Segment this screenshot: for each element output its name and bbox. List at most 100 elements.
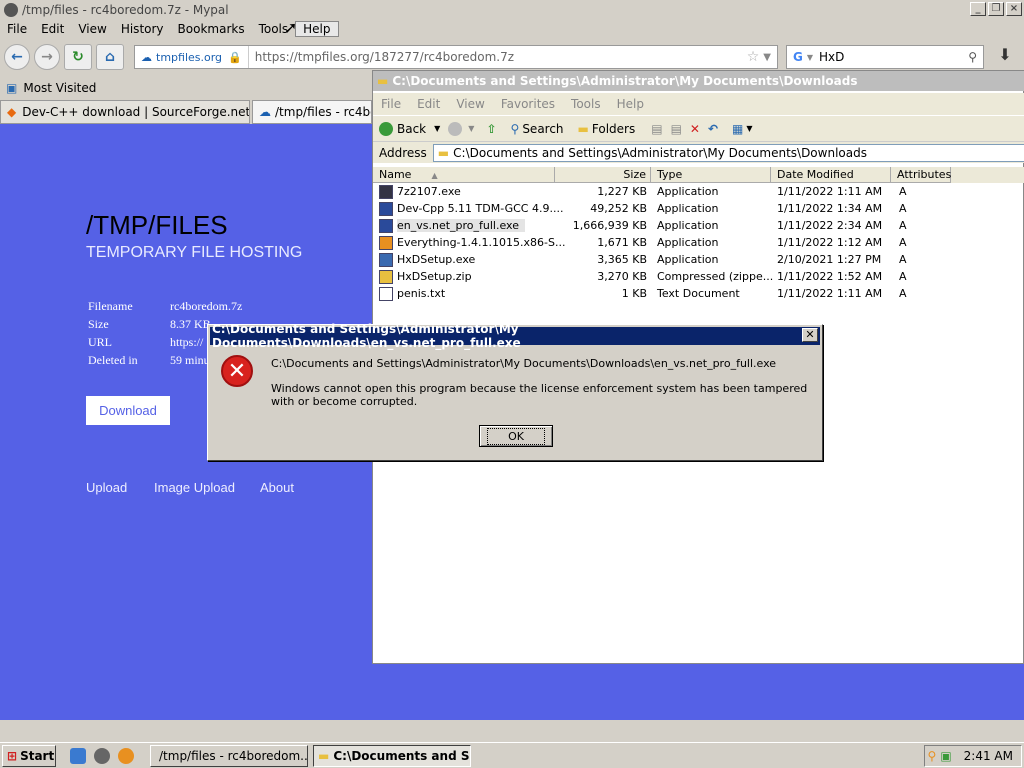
- file-row[interactable]: HxDSetup.exe 3,365 KB Application 2/10/2021…: [377, 252, 1017, 269]
- ex-menu-tools[interactable]: Tools: [563, 97, 609, 111]
- menu-file[interactable]: File: [0, 22, 34, 36]
- dialog-close-button[interactable]: ✕: [802, 328, 818, 342]
- home-button[interactable]: ⌂: [96, 44, 124, 70]
- downloads-icon[interactable]: ⬇: [992, 45, 1018, 69]
- address-label: Address: [379, 145, 427, 160]
- close-button[interactable]: ×: [1006, 2, 1022, 16]
- download-button[interactable]: Download: [86, 396, 170, 425]
- ok-button[interactable]: OK: [479, 425, 553, 447]
- file-row[interactable]: en_vs.net_pro_full.exe 1,666,939 KB Applic…: [377, 218, 1017, 235]
- browser-title: /tmp/files - rc4boredom.7z - Mypal: [22, 2, 229, 17]
- dropdown-icon[interactable]: ▼: [763, 52, 777, 63]
- ex-search-button[interactable]: Search: [522, 122, 563, 136]
- menu-edit[interactable]: Edit: [34, 22, 71, 36]
- ex-menu-help[interactable]: Help: [609, 97, 652, 111]
- dialog-title-bar: C:\Documents and Settings\Administrator\…: [210, 322, 820, 350]
- file-row[interactable]: Dev-Cpp 5.11 TDM-GCC 4.9.... 49,252 KB App…: [377, 201, 1017, 218]
- chevron-down-icon[interactable]: ▼: [807, 53, 813, 62]
- tab-tmpfiles[interactable]: ☁ /tmp/files - rc4boredom.7z: [252, 100, 372, 124]
- menu-bookmarks[interactable]: Bookmarks: [171, 22, 252, 36]
- site-identity[interactable]: ☁ tmpfiles.org 🔒: [135, 46, 249, 68]
- file-icon: [379, 236, 393, 250]
- file-row[interactable]: Everything-1.4.1.1015.x86-S... 1,671 KB Ap…: [377, 235, 1017, 252]
- clock[interactable]: 2:41 AM: [964, 749, 1013, 763]
- column-size[interactable]: Size: [555, 167, 651, 183]
- network-tray-icon[interactable]: ▣: [940, 749, 951, 763]
- ex-menu-file[interactable]: File: [373, 97, 409, 111]
- search-icon[interactable]: ⚲: [511, 122, 520, 136]
- footer-image-upload-link[interactable]: Image Upload: [154, 480, 235, 495]
- file-date: 2/10/2021 1:27 PM: [777, 253, 882, 266]
- show-desktop-icon[interactable]: [70, 748, 86, 764]
- search-icon[interactable]: ⚲: [968, 50, 977, 64]
- dialog-path: C:\Documents and Settings\Administrator\…: [271, 357, 777, 370]
- back-button[interactable]: ←: [4, 44, 30, 70]
- column-name[interactable]: Name ▲: [373, 167, 555, 183]
- move-to-icon[interactable]: ▤: [651, 122, 662, 136]
- maximize-button[interactable]: ❐: [988, 2, 1004, 16]
- taskbar-item-browser[interactable]: /tmp/files - rc4boredom....: [150, 745, 308, 767]
- taskbar-item-explorer[interactable]: ▬ C:\Documents and Se...: [313, 745, 471, 767]
- file-name: 7z2107.exe: [397, 185, 461, 198]
- file-type: Application: [657, 185, 719, 198]
- file-attributes: A: [899, 253, 907, 266]
- reload-button[interactable]: ↻: [64, 44, 92, 70]
- search-bar[interactable]: G ▼ HxD ⚲: [786, 45, 984, 69]
- file-name: Everything-1.4.1.1015.x86-S...: [397, 236, 566, 249]
- views-icon[interactable]: ▦: [732, 122, 743, 136]
- ex-back-button[interactable]: Back: [397, 122, 426, 136]
- menu-view[interactable]: View: [71, 22, 113, 36]
- folders-icon[interactable]: ▬: [578, 122, 589, 136]
- file-type: Compressed (zippe...: [657, 270, 774, 283]
- ex-menu-edit[interactable]: Edit: [409, 97, 448, 111]
- menu-help[interactable]: Help: [295, 21, 339, 37]
- browser-menu-bar: File Edit View History Bookmarks Tools H…: [0, 19, 1024, 39]
- undo-icon[interactable]: ↶: [708, 122, 718, 136]
- start-button[interactable]: ⊞ Start: [2, 745, 56, 767]
- forward-button[interactable]: →: [34, 44, 60, 70]
- file-size: 3,365 KB: [597, 253, 647, 266]
- views-dropdown-icon[interactable]: ▼: [746, 124, 752, 133]
- file-icon: [379, 270, 393, 284]
- google-icon[interactable]: G: [793, 50, 803, 64]
- ex-menu-favorites[interactable]: Favorites: [493, 97, 563, 111]
- file-row[interactable]: penis.txt 1 KB Text Document 1/11/2022 1:11…: [377, 286, 1017, 303]
- star-icon[interactable]: ☆: [747, 49, 764, 65]
- forward-arrow-icon[interactable]: [448, 121, 463, 136]
- column-date[interactable]: Date Modified: [771, 167, 891, 183]
- back-arrow-icon[interactable]: [379, 121, 393, 136]
- error-dialog: C:\Documents and Settings\Administrator\…: [207, 322, 823, 461]
- back-dropdown-icon[interactable]: ▼: [434, 124, 440, 133]
- footer-about-link[interactable]: About: [260, 480, 294, 495]
- file-name: Dev-Cpp 5.11 TDM-GCC 4.9....: [397, 202, 564, 215]
- ex-folders-button[interactable]: Folders: [592, 122, 635, 136]
- file-name: HxDSetup.zip: [397, 270, 472, 283]
- copy-to-icon[interactable]: ▤: [671, 122, 682, 136]
- bookmark-most-visited[interactable]: Most Visited: [23, 81, 96, 95]
- url-bar[interactable]: ☁ tmpfiles.org 🔒 https://tmpfiles.org/1872…: [134, 45, 778, 69]
- url-text: https://tmpfiles.org/187277/rc4boredom.7…: [254, 50, 515, 64]
- column-type[interactable]: Type: [651, 167, 771, 183]
- footer-upload-link[interactable]: Upload: [86, 480, 127, 495]
- up-folder-icon[interactable]: ⇧: [486, 122, 496, 136]
- info-value-size: 8.37 KB: [170, 317, 211, 331]
- menu-history[interactable]: History: [114, 22, 171, 36]
- file-row[interactable]: HxDSetup.zip 3,270 KB Compressed (zippe...…: [377, 269, 1017, 286]
- forward-dropdown-icon[interactable]: ▼: [468, 124, 474, 133]
- minimize-button[interactable]: _: [970, 2, 986, 16]
- delete-icon[interactable]: ✕: [690, 122, 700, 136]
- mypal-quicklaunch-icon[interactable]: [94, 748, 110, 764]
- file-name: en_vs.net_pro_full.exe: [397, 219, 525, 232]
- folder-icon: ▬: [437, 145, 450, 160]
- info-value-url[interactable]: https://: [170, 335, 203, 350]
- bookmarks-toolbar: ▣ Most Visited: [0, 78, 372, 98]
- everything-tray-icon[interactable]: ⚲: [928, 749, 937, 763]
- tab-devcpp[interactable]: ◆ Dev-C++ download | SourceForge.net ×: [0, 100, 250, 124]
- address-input[interactable]: ▬ C:\Documents and Settings\Administrato…: [432, 143, 1024, 162]
- file-row[interactable]: 7z2107.exe 1,227 KB Application 1/11/2022 1…: [377, 184, 1017, 201]
- everything-quicklaunch-icon[interactable]: [118, 748, 134, 764]
- ex-menu-view[interactable]: View: [448, 97, 492, 111]
- column-attributes[interactable]: Attributes: [891, 167, 951, 183]
- search-input[interactable]: HxD: [819, 50, 844, 64]
- file-attributes: A: [899, 185, 907, 198]
